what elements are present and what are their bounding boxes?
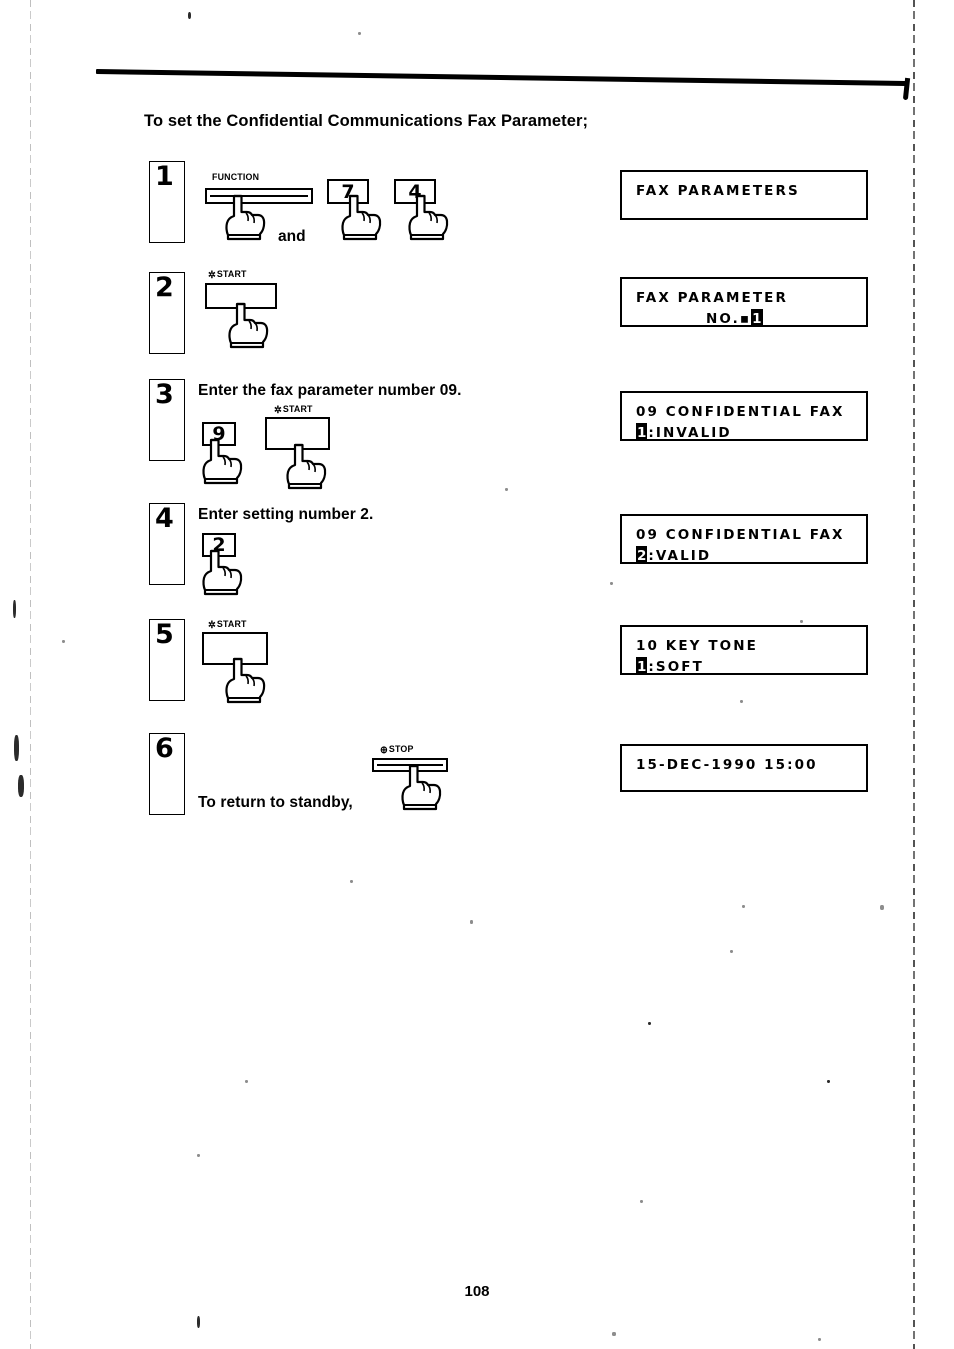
step-number-box-1: 1 xyxy=(149,161,185,243)
scan-speck xyxy=(612,1332,616,1336)
scan-speck xyxy=(818,1338,821,1341)
pointing-hand-icon xyxy=(225,300,271,350)
scan-speck xyxy=(197,1154,200,1157)
pointing-hand-icon xyxy=(398,762,444,812)
step-instruction-6: To return to standby, xyxy=(198,794,353,811)
lcd-cursor: 2 xyxy=(636,546,648,562)
manual-page: To set the Confidential Communications F… xyxy=(0,0,954,1349)
lcd-display-fax-parameters: FAX PARAMETERS xyxy=(620,170,868,220)
lcd-cursor: 1 xyxy=(636,657,648,673)
scan-speck xyxy=(640,1200,643,1203)
step-number-3: 3 xyxy=(155,379,174,410)
lcd-cursor: 1 xyxy=(751,309,763,325)
lcd-display-fax-parameter-no: FAX PARAMETER NO.▪1 xyxy=(620,277,868,327)
pointing-hand-icon xyxy=(222,655,268,705)
start-key-label: ✲START xyxy=(208,619,247,631)
scan-speck xyxy=(245,1080,248,1083)
scan-speck xyxy=(740,700,743,703)
step-number-2: 2 xyxy=(155,272,174,303)
header-rule xyxy=(95,69,911,101)
lcd-line-1: FAX PARAMETERS xyxy=(636,183,800,199)
stop-key-label: ⊕STOP xyxy=(380,744,414,756)
pointing-hand-icon xyxy=(338,192,384,242)
scan-speck xyxy=(827,1080,830,1083)
scan-speck xyxy=(13,600,16,618)
lcd-line-2: 1:INVALID xyxy=(636,423,866,439)
lcd-line-1: 09 CONFIDENTIAL FAX xyxy=(636,527,845,543)
lcd-display-confidential-fax-invalid: 09 CONFIDENTIAL FAX 1:INVALID xyxy=(620,391,868,441)
pointing-hand-icon xyxy=(405,192,451,242)
lcd-cursor: 1 xyxy=(636,423,648,439)
lcd-line-2: 2:VALID xyxy=(636,546,866,562)
scan-speck xyxy=(648,1022,651,1025)
scan-speck xyxy=(14,735,19,761)
scan-speck xyxy=(800,620,803,623)
conjunction-and: and xyxy=(278,228,306,245)
pointing-hand-icon xyxy=(199,436,245,486)
step-number-box-4: 4 xyxy=(149,503,185,585)
scan-speck xyxy=(350,880,353,883)
lcd-display-key-tone: 10 KEY TONE 1:SOFT xyxy=(620,625,868,675)
step-number-1: 1 xyxy=(155,161,174,192)
scan-speck xyxy=(505,488,508,491)
pointing-hand-icon xyxy=(222,192,268,242)
step-instruction-3: Enter the fax parameter number 09. xyxy=(198,382,462,399)
pointing-hand-icon xyxy=(283,441,329,491)
step-number-5: 5 xyxy=(155,619,174,650)
start-key-label: ✲START xyxy=(208,269,247,281)
start-symbol-icon: ✲ xyxy=(208,269,216,281)
scan-speck xyxy=(18,775,24,797)
page-number: 108 xyxy=(464,1283,490,1300)
pointing-hand-icon xyxy=(199,547,245,597)
step-number-6: 6 xyxy=(155,733,174,764)
scan-speck xyxy=(197,1316,200,1328)
step-number-4: 4 xyxy=(155,503,174,534)
lcd-line-1: 09 CONFIDENTIAL FAX xyxy=(636,404,845,420)
scan-edge-line-left xyxy=(30,0,31,1349)
stop-symbol-icon: ⊕ xyxy=(380,744,388,756)
lcd-display-standby-clock: 15-DEC-1990 15:00 xyxy=(620,744,868,792)
step-number-box-6: 6 xyxy=(149,733,185,815)
step-number-box-3: 3 xyxy=(149,379,185,461)
scan-speck xyxy=(742,905,745,908)
scan-speck xyxy=(188,12,191,19)
lcd-line-1: 10 KEY TONE xyxy=(636,638,758,654)
scan-speck xyxy=(610,582,613,585)
step-instruction-4: Enter setting number 2. xyxy=(198,506,374,523)
scan-speck xyxy=(470,920,473,924)
function-key-label: FUNCTION xyxy=(212,172,260,183)
step-number-box-2: 2 xyxy=(149,272,185,354)
scan-edge-line-right xyxy=(913,0,915,1349)
start-symbol-icon: ✲ xyxy=(274,404,282,416)
start-symbol-icon: ✲ xyxy=(208,619,216,631)
lcd-line-1: FAX PARAMETER xyxy=(636,290,788,306)
scan-speck xyxy=(730,950,733,953)
intro-text: To set the Confidential Communications F… xyxy=(144,112,589,130)
scan-speck xyxy=(62,640,65,643)
lcd-line-2: NO.▪1 xyxy=(636,309,866,325)
lcd-display-confidential-fax-valid: 09 CONFIDENTIAL FAX 2:VALID xyxy=(620,514,868,564)
start-key-label: ✲START xyxy=(274,404,313,416)
scan-speck xyxy=(880,905,884,910)
step-number-box-5: 5 xyxy=(149,619,185,701)
lcd-line-2: 1:SOFT xyxy=(636,657,866,673)
lcd-line-1: 15-DEC-1990 15:00 xyxy=(636,757,818,773)
scan-speck xyxy=(358,32,361,35)
